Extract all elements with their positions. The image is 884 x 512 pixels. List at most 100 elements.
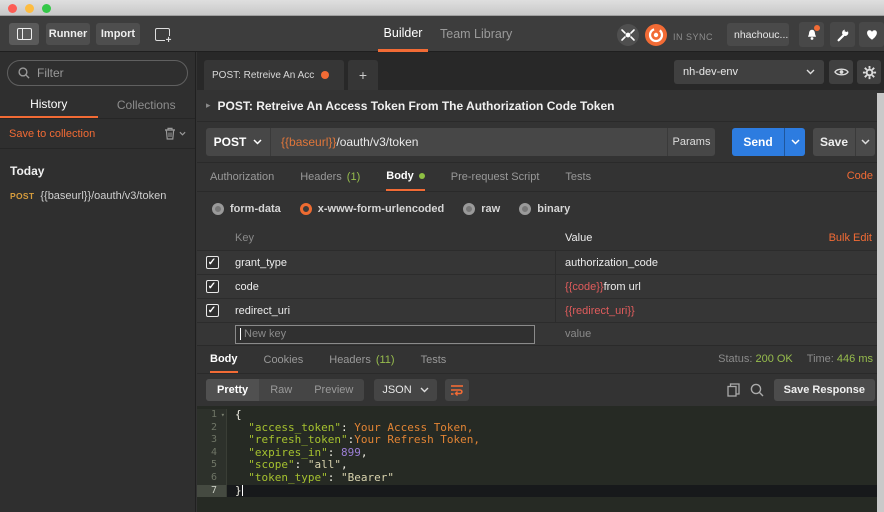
heart-icon xyxy=(865,28,879,41)
view-raw[interactable]: Raw xyxy=(259,379,303,401)
window-scrollbar[interactable] xyxy=(877,93,884,512)
checkbox-checked[interactable]: ✓ xyxy=(206,304,219,317)
new-key-input[interactable]: New key xyxy=(235,325,535,344)
tab-authorization[interactable]: Authorization xyxy=(210,163,274,191)
history-item[interactable]: POST {{baseurl}}/oauth/v3/token xyxy=(0,186,195,206)
response-toolbar: Pretty Raw Preview JSON xyxy=(197,374,884,406)
import-button[interactable]: Import xyxy=(96,23,140,45)
sync-button[interactable] xyxy=(645,24,667,46)
runner-button[interactable]: Runner xyxy=(46,23,90,45)
kv-new-row: New key value xyxy=(197,322,884,345)
chevron-down-icon xyxy=(791,139,800,145)
chevron-down-icon xyxy=(253,139,262,145)
send-options-button[interactable] xyxy=(784,128,805,156)
bulk-edit-link[interactable]: Bulk Edit xyxy=(829,232,884,244)
open-request-tab-label: POST: Retreive An Acc xyxy=(212,70,314,81)
tab-history[interactable]: History xyxy=(0,92,98,118)
copy-icon[interactable] xyxy=(727,383,740,397)
new-value-input[interactable]: value xyxy=(565,328,591,340)
history-actions: Save to collection xyxy=(0,119,195,149)
code-line-active: 7 } xyxy=(197,485,884,498)
request-title-row: ▸ POST: Retreive An Access Token From Th… xyxy=(197,90,884,122)
tab-builder[interactable]: Builder xyxy=(378,16,428,52)
tab-cookies[interactable]: Cookies xyxy=(264,346,304,373)
mode-binary[interactable]: binary xyxy=(519,203,570,215)
body-filled-dot-icon xyxy=(419,173,425,179)
checkbox-checked[interactable]: ✓ xyxy=(206,256,219,269)
new-window-icon: + xyxy=(155,28,170,41)
view-switcher: Pretty Raw Preview xyxy=(206,379,364,401)
chevron-down-icon xyxy=(806,69,815,75)
view-pretty[interactable]: Pretty xyxy=(206,379,259,401)
tab-team-library[interactable]: Team Library xyxy=(440,16,512,52)
checkbox-checked[interactable]: ✓ xyxy=(206,280,219,293)
maximize-window-button[interactable] xyxy=(42,4,51,13)
minimize-window-button[interactable] xyxy=(25,4,34,13)
sidebar-toggle-button[interactable] xyxy=(9,23,39,45)
clear-history-button[interactable] xyxy=(164,127,186,140)
new-window-button[interactable]: + xyxy=(148,23,176,45)
mode-x-www-form-urlencoded[interactable]: x-www-form-urlencoded xyxy=(300,203,445,215)
radio-icon xyxy=(463,203,475,215)
kv-key-cell[interactable]: redirect_uri xyxy=(227,299,556,322)
sync-icon xyxy=(645,24,667,46)
code-link[interactable]: Code xyxy=(847,170,873,182)
collapse-arrow-icon[interactable]: ▸ xyxy=(206,100,211,111)
method-value: POST xyxy=(214,135,247,149)
mode-form-data[interactable]: form-data xyxy=(212,203,281,215)
notification-dot xyxy=(814,25,820,31)
chevron-down-icon xyxy=(420,387,429,393)
environment-settings-button[interactable] xyxy=(857,60,881,84)
save-request-button[interactable]: Save xyxy=(813,128,855,156)
filter-input[interactable]: Filter xyxy=(7,60,188,86)
notifications-button[interactable] xyxy=(799,22,824,47)
tab-response-body[interactable]: Body xyxy=(210,346,238,373)
history-section-label: Today xyxy=(10,164,195,178)
new-tab-button[interactable]: + xyxy=(348,60,378,90)
tab-pre-request-script[interactable]: Pre-request Script xyxy=(451,163,540,191)
filter-placeholder: Filter xyxy=(37,66,64,80)
mode-raw[interactable]: raw xyxy=(463,203,500,215)
interceptor-button[interactable] xyxy=(617,24,639,46)
kv-value-cell[interactable]: authorization_code xyxy=(556,257,884,269)
wrap-text-icon xyxy=(450,384,464,396)
format-select[interactable]: JSON xyxy=(374,379,436,401)
chevron-down-icon xyxy=(179,131,186,136)
method-select[interactable]: POST xyxy=(206,128,270,156)
favorites-button[interactable] xyxy=(859,22,884,47)
table-row: ✓ grant_type authorization_code xyxy=(197,250,884,274)
save-options-button[interactable] xyxy=(855,128,875,156)
environment-select[interactable]: nh-dev-env xyxy=(674,60,824,84)
code-line: 6 "token_type": "Bearer" xyxy=(197,472,884,485)
open-request-tab[interactable]: POST: Retreive An Acc xyxy=(204,60,344,90)
view-preview[interactable]: Preview xyxy=(303,379,364,401)
environment-preview-button[interactable] xyxy=(829,60,853,84)
user-menu[interactable]: nhachouc... xyxy=(727,23,789,46)
tab-collections[interactable]: Collections xyxy=(98,92,196,118)
kv-value-cell[interactable]: {{redirect_uri}} xyxy=(556,305,884,317)
wrap-text-button[interactable] xyxy=(445,379,469,401)
search-response-icon[interactable] xyxy=(750,383,764,397)
close-window-button[interactable] xyxy=(8,4,17,13)
save-response-button[interactable]: Save Response xyxy=(774,379,875,401)
url-input[interactable]: {{baseurl}}/oauth/v3/token xyxy=(270,128,667,156)
tab-response-headers[interactable]: Headers (11) xyxy=(329,346,394,373)
trash-icon xyxy=(164,127,176,140)
tab-headers[interactable]: Headers (1) xyxy=(300,163,360,191)
kv-value-header: Value xyxy=(556,232,829,244)
kv-value-cell[interactable]: {{code}} from url xyxy=(556,281,884,293)
save-to-collection-link[interactable]: Save to collection xyxy=(9,128,95,140)
tab-tests[interactable]: Tests xyxy=(565,163,591,191)
kv-header-row: Key Value Bulk Edit xyxy=(197,225,884,250)
tab-body[interactable]: Body xyxy=(386,163,425,191)
send-button[interactable]: Send xyxy=(732,128,784,156)
response-body-editor[interactable]: 1▾ { 2 "access_token": Your Access Token… xyxy=(197,406,884,512)
kv-key-cell[interactable]: grant_type xyxy=(227,251,556,274)
fold-caret-icon[interactable]: ▾ xyxy=(221,409,225,422)
unsaved-dot-icon xyxy=(321,71,329,79)
request-section-tabs: Authorization Headers (1) Body Pre-reque… xyxy=(197,163,884,192)
kv-key-cell[interactable]: code xyxy=(227,275,556,298)
tab-response-tests[interactable]: Tests xyxy=(421,346,447,373)
settings-wrench-button[interactable] xyxy=(830,22,855,47)
params-button[interactable]: Params xyxy=(667,128,715,156)
